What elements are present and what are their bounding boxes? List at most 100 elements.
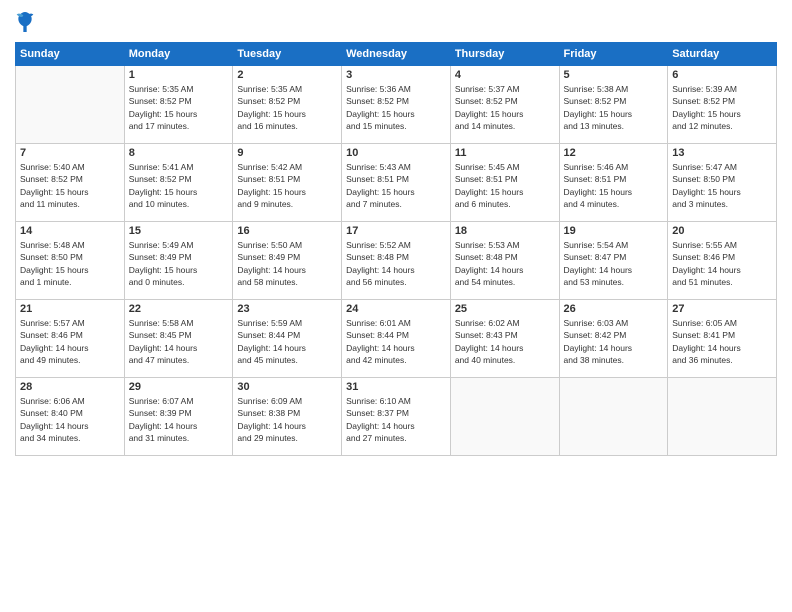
calendar-cell [559, 378, 668, 456]
calendar-cell: 5 Sunrise: 5:38 AM Sunset: 8:52 PM Daylig… [559, 66, 668, 144]
day-info: Sunrise: 5:48 AM Sunset: 8:50 PM Dayligh… [20, 239, 120, 288]
calendar-cell: 11 Sunrise: 5:45 AM Sunset: 8:51 PM Dayli… [450, 144, 559, 222]
col-header-sunday: Sunday [16, 43, 125, 66]
day-info: Sunrise: 6:02 AM Sunset: 8:43 PM Dayligh… [455, 317, 555, 366]
day-info: Sunrise: 5:35 AM Sunset: 8:52 PM Dayligh… [237, 83, 337, 132]
day-info: Sunrise: 6:07 AM Sunset: 8:39 PM Dayligh… [129, 395, 229, 444]
day-number: 21 [20, 303, 120, 315]
day-info: Sunrise: 5:40 AM Sunset: 8:52 PM Dayligh… [20, 161, 120, 210]
day-number: 11 [455, 147, 555, 159]
day-number: 22 [129, 303, 229, 315]
day-info: Sunrise: 5:41 AM Sunset: 8:52 PM Dayligh… [129, 161, 229, 210]
col-header-friday: Friday [559, 43, 668, 66]
day-info: Sunrise: 6:01 AM Sunset: 8:44 PM Dayligh… [346, 317, 446, 366]
day-number: 24 [346, 303, 446, 315]
day-number: 20 [672, 225, 772, 237]
col-header-monday: Monday [124, 43, 233, 66]
day-number: 5 [564, 69, 664, 81]
calendar-week-row: 14 Sunrise: 5:48 AM Sunset: 8:50 PM Dayli… [16, 222, 777, 300]
calendar-cell: 15Sunrise: 5:49 AM Sunset: 8:49 PM Dayli… [124, 222, 233, 300]
calendar-week-row: 28 Sunrise: 6:06 AM Sunset: 8:40 PM Dayli… [16, 378, 777, 456]
calendar-week-row: 21 Sunrise: 5:57 AM Sunset: 8:46 PM Dayli… [16, 300, 777, 378]
calendar-cell: 28 Sunrise: 6:06 AM Sunset: 8:40 PM Dayli… [16, 378, 125, 456]
col-header-tuesday: Tuesday [233, 43, 342, 66]
day-info: Sunrise: 6:10 AM Sunset: 8:37 PM Dayligh… [346, 395, 446, 444]
calendar-cell: 26Sunrise: 6:03 AM Sunset: 8:42 PM Dayli… [559, 300, 668, 378]
calendar-cell: 9 Sunrise: 5:42 AM Sunset: 8:51 PM Daylig… [233, 144, 342, 222]
day-info: Sunrise: 5:54 AM Sunset: 8:47 PM Dayligh… [564, 239, 664, 288]
calendar-cell: 13 Sunrise: 5:47 AM Sunset: 8:50 PM Dayli… [668, 144, 777, 222]
day-info: Sunrise: 5:43 AM Sunset: 8:51 PM Dayligh… [346, 161, 446, 210]
day-info: Sunrise: 5:52 AM Sunset: 8:48 PM Dayligh… [346, 239, 446, 288]
day-number: 16 [237, 225, 337, 237]
day-number: 28 [20, 381, 120, 393]
col-header-wednesday: Wednesday [342, 43, 451, 66]
day-info: Sunrise: 5:37 AM Sunset: 8:52 PM Dayligh… [455, 83, 555, 132]
day-info: Sunrise: 5:49 AM Sunset: 8:49 PM Dayligh… [129, 239, 229, 288]
calendar-week-row: 1 Sunrise: 5:35 AM Sunset: 8:52 PM Daylig… [16, 66, 777, 144]
calendar-cell: 30Sunrise: 6:09 AM Sunset: 8:38 PM Dayli… [233, 378, 342, 456]
calendar-table: SundayMondayTuesdayWednesdayThursdayFrid… [15, 42, 777, 456]
calendar-cell: 31 Sunrise: 6:10 AM Sunset: 8:37 PM Dayli… [342, 378, 451, 456]
day-info: Sunrise: 6:05 AM Sunset: 8:41 PM Dayligh… [672, 317, 772, 366]
day-number: 13 [672, 147, 772, 159]
day-number: 18 [455, 225, 555, 237]
day-number: 2 [237, 69, 337, 81]
day-number: 3 [346, 69, 446, 81]
day-number: 14 [20, 225, 120, 237]
day-info: Sunrise: 5:58 AM Sunset: 8:45 PM Dayligh… [129, 317, 229, 366]
calendar-cell: 1 Sunrise: 5:35 AM Sunset: 8:52 PM Daylig… [124, 66, 233, 144]
day-info: Sunrise: 5:38 AM Sunset: 8:52 PM Dayligh… [564, 83, 664, 132]
day-number: 19 [564, 225, 664, 237]
day-number: 31 [346, 381, 446, 393]
day-info: Sunrise: 5:50 AM Sunset: 8:49 PM Dayligh… [237, 239, 337, 288]
day-number: 23 [237, 303, 337, 315]
day-number: 12 [564, 147, 664, 159]
calendar-cell: 3 Sunrise: 5:36 AM Sunset: 8:52 PM Daylig… [342, 66, 451, 144]
calendar-cell: 14 Sunrise: 5:48 AM Sunset: 8:50 PM Dayli… [16, 222, 125, 300]
day-number: 8 [129, 147, 229, 159]
day-info: Sunrise: 5:45 AM Sunset: 8:51 PM Dayligh… [455, 161, 555, 210]
day-info: Sunrise: 5:39 AM Sunset: 8:52 PM Dayligh… [672, 83, 772, 132]
calendar-cell [450, 378, 559, 456]
calendar-week-row: 7Sunrise: 5:40 AM Sunset: 8:52 PM Daylig… [16, 144, 777, 222]
day-number: 1 [129, 69, 229, 81]
calendar-cell: 4 Sunrise: 5:37 AM Sunset: 8:52 PM Daylig… [450, 66, 559, 144]
day-number: 4 [455, 69, 555, 81]
day-number: 10 [346, 147, 446, 159]
calendar-cell: 12 Sunrise: 5:46 AM Sunset: 8:51 PM Dayli… [559, 144, 668, 222]
day-number: 9 [237, 147, 337, 159]
calendar-cell: 20 Sunrise: 5:55 AM Sunset: 8:46 PM Dayli… [668, 222, 777, 300]
day-info: Sunrise: 5:36 AM Sunset: 8:52 PM Dayligh… [346, 83, 446, 132]
day-info: Sunrise: 5:53 AM Sunset: 8:48 PM Dayligh… [455, 239, 555, 288]
calendar-cell: 22 Sunrise: 5:58 AM Sunset: 8:45 PM Dayli… [124, 300, 233, 378]
calendar-cell: 8 Sunrise: 5:41 AM Sunset: 8:52 PM Daylig… [124, 144, 233, 222]
col-header-thursday: Thursday [450, 43, 559, 66]
day-info: Sunrise: 6:06 AM Sunset: 8:40 PM Dayligh… [20, 395, 120, 444]
calendar-cell: 6 Sunrise: 5:39 AM Sunset: 8:52 PM Daylig… [668, 66, 777, 144]
calendar-cell [16, 66, 125, 144]
calendar-cell: 18 Sunrise: 5:53 AM Sunset: 8:48 PM Dayli… [450, 222, 559, 300]
day-info: Sunrise: 5:42 AM Sunset: 8:51 PM Dayligh… [237, 161, 337, 210]
calendar-cell: 17Sunrise: 5:52 AM Sunset: 8:48 PM Dayli… [342, 222, 451, 300]
calendar-cell: 7Sunrise: 5:40 AM Sunset: 8:52 PM Daylig… [16, 144, 125, 222]
calendar-cell: 25Sunrise: 6:02 AM Sunset: 8:43 PM Dayli… [450, 300, 559, 378]
day-info: Sunrise: 5:46 AM Sunset: 8:51 PM Dayligh… [564, 161, 664, 210]
calendar-cell: 24 Sunrise: 6:01 AM Sunset: 8:44 PM Dayli… [342, 300, 451, 378]
day-info: Sunrise: 5:57 AM Sunset: 8:46 PM Dayligh… [20, 317, 120, 366]
calendar-cell: 19 Sunrise: 5:54 AM Sunset: 8:47 PM Dayli… [559, 222, 668, 300]
calendar-cell: 16 Sunrise: 5:50 AM Sunset: 8:49 PM Dayli… [233, 222, 342, 300]
day-info: Sunrise: 5:35 AM Sunset: 8:52 PM Dayligh… [129, 83, 229, 132]
page-header [15, 10, 777, 34]
day-number: 29 [129, 381, 229, 393]
day-number: 6 [672, 69, 772, 81]
day-info: Sunrise: 6:09 AM Sunset: 8:38 PM Dayligh… [237, 395, 337, 444]
day-number: 27 [672, 303, 772, 315]
calendar-cell: 10 Sunrise: 5:43 AM Sunset: 8:51 PM Dayli… [342, 144, 451, 222]
calendar-cell: 29 Sunrise: 6:07 AM Sunset: 8:39 PM Dayli… [124, 378, 233, 456]
day-info: Sunrise: 5:55 AM Sunset: 8:46 PM Dayligh… [672, 239, 772, 288]
col-header-saturday: Saturday [668, 43, 777, 66]
day-info: Sunrise: 5:47 AM Sunset: 8:50 PM Dayligh… [672, 161, 772, 210]
calendar-cell: 2 Sunrise: 5:35 AM Sunset: 8:52 PM Daylig… [233, 66, 342, 144]
calendar-cell: 27 Sunrise: 6:05 AM Sunset: 8:41 PM Dayli… [668, 300, 777, 378]
